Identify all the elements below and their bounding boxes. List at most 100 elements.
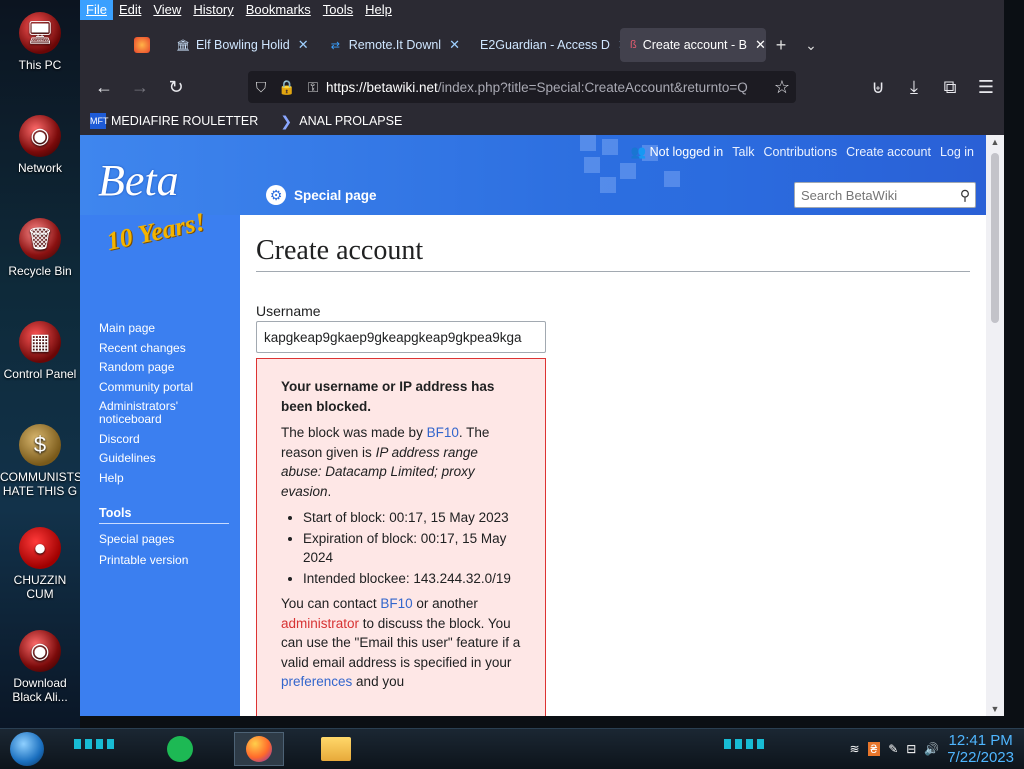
desktop-icon-this-pc[interactable]: 🖥 This PC — [0, 12, 80, 72]
volume-icon[interactable]: 🔊 — [924, 742, 939, 756]
hamburger-menu-icon[interactable]: ☰ — [968, 71, 1004, 103]
pen-icon[interactable]: ✎ — [888, 742, 898, 756]
log-in-link[interactable]: Log in — [940, 145, 974, 160]
sidebar-item-random-page[interactable]: Random page — [99, 361, 234, 374]
firefox-icon — [134, 37, 150, 53]
web-page: 👥 Not logged in Talk Contributions Creat… — [80, 135, 986, 716]
desktop-icon-network[interactable]: ◉ Network — [0, 115, 80, 175]
username-label: Username — [256, 303, 321, 319]
url-path: /index.php?title=Special:CreateAccount&r… — [437, 79, 748, 95]
scroll-up-icon[interactable]: ▲ — [986, 137, 1004, 147]
desktop-icon-label: Network — [17, 161, 62, 175]
notification-chevron-icon[interactable]: ≋ — [849, 742, 859, 756]
nav-bar: ← → ↻ ⛉ 🔒 ⚿ https://betawiki.net/index.p… — [80, 66, 1004, 108]
tab-firefox[interactable] — [80, 28, 166, 62]
preferences-link[interactable]: preferences — [281, 674, 352, 689]
desktop-icon-communists[interactable]: $ COMMUNISTS HATE THIS G — [0, 424, 80, 498]
tab-elf-bowling[interactable]: 🏛 Elf Bowling Holid ✕ — [166, 28, 318, 62]
notes-app-icon — [167, 736, 193, 762]
sidebar-item-admin-noticeboard[interactable]: Administrators' noticeboard — [99, 400, 234, 426]
scrollbar-thumb[interactable] — [991, 153, 999, 323]
betawiki-icon: ß — [630, 39, 637, 51]
bookmark-mediafire[interactable]: MFT MEDIAFIRE ROULETTER — [80, 113, 264, 129]
downloads-icon[interactable]: ⤓ — [896, 71, 932, 103]
sidebar-item-help[interactable]: Help — [99, 471, 234, 485]
sidebar-item-discord[interactable]: Discord — [99, 432, 234, 446]
personal-tools: 👥 Not logged in Talk Contributions Creat… — [631, 145, 974, 160]
block-error-heading: Your username or IP address has been blo… — [281, 379, 495, 414]
bookmark-star-icon[interactable]: ☆ — [764, 71, 800, 103]
menu-history[interactable]: History — [187, 0, 239, 20]
talk-link[interactable]: Talk — [732, 145, 754, 160]
desktop-icon-control-panel[interactable]: ▦ Control Panel — [0, 321, 80, 381]
new-tab-button[interactable]: + — [766, 35, 796, 56]
administrator-link[interactable]: administrator — [281, 616, 359, 631]
desktop-icon-label: Download Black Ali... — [12, 676, 68, 704]
block-reason-paragraph: The block was made by BF10. The reason g… — [281, 423, 521, 501]
sidebar-item-main-page[interactable]: Main page — [99, 322, 234, 335]
sidebar-tools-heading: Tools — [99, 506, 229, 524]
bookmark-prolapse[interactable]: ❯ ANAL PROLAPSE — [268, 113, 408, 129]
menu-bookmarks[interactable]: Bookmarks — [240, 0, 317, 20]
desktop-icon-chuzzin[interactable]: ● CHUZZIN CUM — [0, 527, 80, 601]
tab-e2guardian[interactable]: E2Guardian - Access D ✕ — [470, 28, 620, 62]
close-icon[interactable]: ✕ — [298, 37, 309, 53]
tab-create-account[interactable]: ß Create account - B ✕ — [620, 28, 766, 62]
taskbar-firefox[interactable] — [234, 732, 284, 766]
sidebar-tools: Special pages Printable version — [99, 532, 188, 573]
contributions-link[interactable]: Contributions — [764, 145, 838, 160]
toolbar-right: ⊎ ⤓ ⧉ ☰ — [860, 71, 1004, 103]
network-icon: ◉ — [19, 115, 61, 157]
app-tray-icon[interactable]: ₴ — [867, 742, 881, 756]
tab-special-page[interactable]: ⚙ Special page — [266, 185, 377, 205]
bank-icon: 🏛 — [176, 39, 190, 52]
menu-tools[interactable]: Tools — [317, 0, 359, 20]
search-input[interactable] — [795, 184, 955, 206]
wiki-logo[interactable]: Beta 10 Years! — [98, 155, 228, 280]
create-account-link[interactable]: Create account — [846, 145, 931, 160]
system-tray: ≋ ₴ ✎ ⊟ 🔊 12:41 PM 7/22/2023 — [849, 732, 1014, 766]
scroll-down-icon[interactable]: ▼ — [986, 704, 1004, 714]
recycle-bin-icon: 🗑 — [19, 218, 61, 260]
tab-remoteit[interactable]: ⇄ Remote.It Downl ✕ — [318, 28, 470, 62]
username-field[interactable] — [256, 321, 546, 353]
network-tray-icon[interactable]: ⊟ — [906, 742, 916, 756]
page-title: Create account — [256, 235, 970, 272]
pocket-icon[interactable]: ⊎ — [860, 71, 896, 103]
key-icon[interactable]: ⚿ — [300, 79, 326, 96]
sidebar-item-community-portal[interactable]: Community portal — [99, 380, 234, 394]
menu-help[interactable]: Help — [359, 0, 398, 20]
logo-subtitle: 10 Years! — [103, 206, 208, 257]
menu-view[interactable]: View — [147, 0, 187, 20]
clock-date: 7/22/2023 — [947, 749, 1014, 766]
taskbar-file-explorer[interactable] — [316, 732, 356, 766]
text: or another — [412, 596, 478, 611]
sidebar-item-special-pages[interactable]: Special pages — [99, 532, 188, 546]
menu-file[interactable]: File — [80, 0, 113, 20]
tab-label: E2Guardian - Access D — [480, 38, 610, 52]
clock[interactable]: 12:41 PM 7/22/2023 — [947, 732, 1014, 766]
start-button[interactable] — [10, 732, 44, 766]
desktop-icon-download[interactable]: ◉ Download Black Ali... — [0, 630, 80, 704]
forward-button[interactable]: → — [122, 71, 158, 103]
list-all-tabs-button[interactable]: ⌄ — [796, 37, 826, 54]
sidebar-item-guidelines[interactable]: Guidelines — [99, 452, 234, 465]
close-icon[interactable]: ✕ — [449, 37, 460, 53]
extensions-icon[interactable]: ⧉ — [932, 71, 968, 103]
desktop-icon-recycle-bin[interactable]: 🗑 Recycle Bin — [0, 218, 80, 278]
back-button[interactable]: ← — [86, 71, 122, 103]
url-bar[interactable]: ⛉ 🔒 ⚿ https://betawiki.net/index.php?tit… — [248, 71, 796, 103]
blocker-link[interactable]: BF10 — [427, 425, 459, 440]
reload-button[interactable]: ↻ — [158, 71, 194, 103]
page-scrollbar[interactable]: ▲ ▼ — [986, 135, 1004, 716]
close-icon[interactable]: ✕ — [755, 37, 766, 53]
blocker-contact-link[interactable]: BF10 — [380, 596, 412, 611]
taskbar-notes-app[interactable] — [160, 732, 200, 766]
sidebar-item-recent-changes[interactable]: Recent changes — [99, 341, 234, 355]
sidebar-item-printable-version[interactable]: Printable version — [99, 553, 188, 567]
search-icon[interactable]: ⚲ — [955, 187, 975, 204]
logo-text: Beta — [98, 156, 179, 205]
lock-icon[interactable]: 🔒 — [274, 79, 300, 96]
menu-edit[interactable]: Edit — [113, 0, 147, 20]
shield-icon[interactable]: ⛉ — [248, 79, 274, 96]
